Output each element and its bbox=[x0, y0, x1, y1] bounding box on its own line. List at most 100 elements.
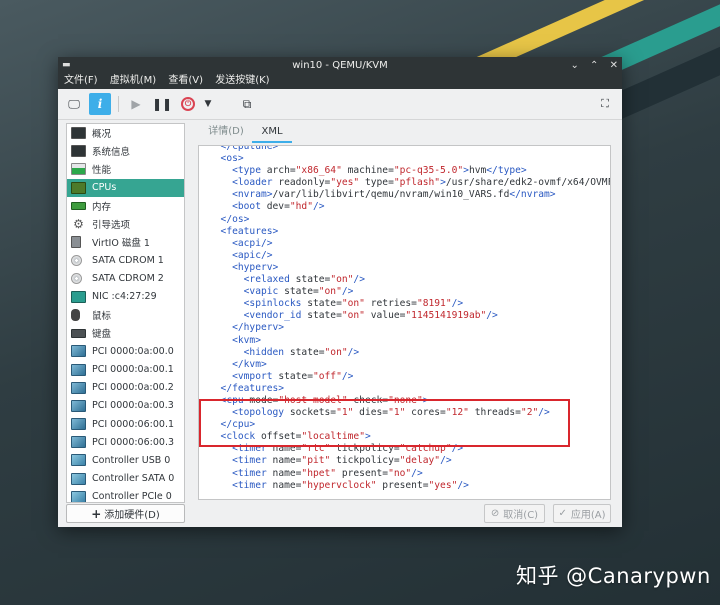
sidebar-item[interactable]: 系统信息 bbox=[67, 142, 184, 160]
cd-icon bbox=[71, 273, 82, 285]
sidebar-item[interactable]: NIC :c4:27:29 bbox=[67, 288, 184, 306]
xml-token: </cputune> bbox=[209, 145, 279, 152]
xml-line: <topology sockets="1" dies="1" cores="12… bbox=[209, 407, 610, 419]
sidebar-item[interactable]: PCI 0000:06:00.3 bbox=[67, 433, 184, 451]
sidebar-item[interactable]: PCI 0000:0a:00.3 bbox=[67, 397, 184, 415]
disk-icon bbox=[71, 236, 81, 249]
usb-icon bbox=[71, 490, 86, 502]
maximize-icon[interactable]: ⌃ bbox=[590, 60, 598, 71]
sidebar-item[interactable]: PCI 0000:0a:00.1 bbox=[67, 360, 184, 378]
xml-token: offset= bbox=[255, 431, 302, 443]
sidebar-item[interactable]: SATA CDROM 2 bbox=[67, 270, 184, 288]
fullscreen-button[interactable]: ⛶ bbox=[594, 93, 616, 115]
sidebar-item-label: SATA CDROM 1 bbox=[92, 254, 164, 266]
menu-bar: 文件(F) 虚拟机(M) 查看(V) 发送按键(K) bbox=[58, 74, 622, 89]
xml-token: <timer bbox=[209, 479, 267, 491]
xml-token: "host-model" bbox=[278, 394, 348, 406]
sidebar-item[interactable]: 鼠标 bbox=[67, 306, 184, 324]
pause-button[interactable]: ❚❚ bbox=[151, 93, 173, 115]
sidebar-item[interactable]: PCI 0000:0a:00.0 bbox=[67, 342, 184, 360]
xml-line: </os> bbox=[209, 214, 610, 226]
sidebar-item[interactable]: 概况 bbox=[67, 124, 184, 142]
sidebar-item[interactable]: VirtIO 磁盘 1 bbox=[67, 233, 184, 251]
chevron-down-icon: ▼ bbox=[204, 99, 212, 109]
xml-token: "x86_64" bbox=[295, 165, 342, 177]
power-icon: ⏻ bbox=[181, 97, 195, 111]
xml-token: name= bbox=[266, 467, 302, 479]
run-button[interactable]: ▶ bbox=[125, 93, 147, 115]
cancel-button[interactable]: ⊘ 取消(C) bbox=[484, 504, 545, 523]
xml-token: /> bbox=[538, 407, 550, 419]
sidebar-item[interactable]: Controller SATA 0 bbox=[67, 470, 184, 488]
sidebar-item-label: VirtIO 磁盘 1 bbox=[92, 238, 150, 250]
shutdown-menu-button[interactable]: ▼ bbox=[201, 93, 215, 115]
sidebar-item[interactable]: 内存 bbox=[67, 197, 184, 215]
xml-token: </nvram> bbox=[509, 189, 556, 201]
console-view-button[interactable]: 🖵 bbox=[63, 93, 85, 115]
xml-token: <timer bbox=[209, 443, 267, 455]
snapshots-button[interactable]: ⧉ bbox=[236, 93, 258, 115]
xml-token: /> bbox=[451, 298, 464, 310]
menu-send-key[interactable]: 发送按键(K) bbox=[215, 75, 269, 86]
tab-details[interactable]: 详情(D) bbox=[204, 123, 248, 143]
sidebar-item[interactable]: Controller USB 0 bbox=[67, 451, 184, 469]
sidebar-item-label: PCI 0000:06:00.3 bbox=[92, 436, 175, 448]
menu-view[interactable]: 查看(V) bbox=[168, 75, 203, 86]
details-view-button[interactable]: i bbox=[89, 93, 111, 115]
sidebar-item[interactable]: SATA CDROM 1 bbox=[67, 251, 184, 269]
sidebar-item[interactable]: PCI 0000:06:00.1 bbox=[67, 415, 184, 433]
xml-token: <acpi/> bbox=[209, 237, 273, 249]
xml-token: "rtc" bbox=[301, 443, 331, 455]
hardware-list: 概况系统信息 性能 CPUs 内存 ⚙ 引导选项 VirtIO 磁盘 1 SATA CDROM… bbox=[66, 123, 185, 503]
menu-vm[interactable]: 虚拟机(M) bbox=[110, 75, 156, 86]
pci-icon bbox=[71, 399, 86, 412]
xml-token: "hpet" bbox=[301, 467, 337, 479]
pci-icon bbox=[71, 363, 86, 376]
xml-line: <apic/> bbox=[209, 250, 610, 262]
xml-token: "none" bbox=[388, 394, 423, 406]
xml-line: <timer name="pit" tickpolicy="delay"/> bbox=[209, 455, 610, 467]
title-bar[interactable]: ▬ win10 - QEMU/KVM ⌄ ⌃ ✕ bbox=[58, 57, 622, 74]
tab-xml[interactable]: XML bbox=[252, 123, 292, 143]
xml-token: "delay" bbox=[399, 455, 441, 467]
pci-icon bbox=[71, 345, 86, 358]
xml-token: > bbox=[364, 431, 371, 443]
sidebar-item-label: PCI 0000:0a:00.2 bbox=[92, 382, 174, 394]
xml-token: /var/lib/libvirt/qemu/nvram/win10_VARS.f… bbox=[272, 189, 510, 201]
xml-token: "hd" bbox=[289, 201, 313, 213]
xml-token: "8191" bbox=[416, 298, 452, 310]
toolbar: 🖵 i ▶ ❚❚ ⏻ ▼ ⧉ ⛶ bbox=[58, 89, 622, 120]
add-hardware-label: 添加硬件(D) bbox=[104, 510, 160, 521]
xml-token: "1" bbox=[388, 407, 406, 419]
xml-token: present= bbox=[336, 467, 389, 479]
xml-token: check= bbox=[347, 394, 389, 406]
window-menu-icon[interactable]: ▬ bbox=[62, 57, 71, 74]
monitor-icon: 🖵 bbox=[68, 96, 80, 111]
sidebar-item[interactable]: 性能 bbox=[67, 160, 184, 178]
sidebar-item[interactable]: Controller PCIe 0 bbox=[67, 488, 184, 502]
xml-content[interactable]: </cputune> <os> <type arch="x86_64" mach… bbox=[209, 145, 610, 492]
xml-line: </cpu> bbox=[209, 419, 610, 431]
shutdown-button[interactable]: ⏻ bbox=[177, 93, 199, 115]
apply-button[interactable]: ✓ 应用(A) bbox=[553, 504, 611, 523]
sidebar-item-label: 系统信息 bbox=[92, 147, 131, 159]
xml-editor[interactable]: </cputune> <os> <type arch="x86_64" mach… bbox=[198, 145, 611, 500]
xml-token: <vendor_id bbox=[209, 310, 302, 322]
mouse-icon bbox=[71, 308, 80, 321]
sidebar-item-label: 键盘 bbox=[92, 329, 112, 341]
menu-file[interactable]: 文件(F) bbox=[64, 75, 98, 86]
close-icon[interactable]: ✕ bbox=[610, 60, 618, 71]
add-hardware-button[interactable]: + 添加硬件(D) bbox=[66, 504, 185, 523]
xml-token: </hyperv> bbox=[209, 322, 285, 334]
sidebar-item[interactable]: CPUs bbox=[67, 178, 184, 197]
xml-line: <vendor_id state="on" value="1145141919a… bbox=[209, 310, 610, 322]
apply-label: 应用(A) bbox=[570, 510, 606, 521]
pci-icon bbox=[71, 436, 86, 449]
sidebar-item[interactable]: PCI 0000:0a:00.2 bbox=[67, 379, 184, 397]
xml-token: /> bbox=[411, 467, 423, 479]
sidebar-item[interactable]: ⚙ 引导选项 bbox=[67, 215, 184, 233]
minimize-icon[interactable]: ⌄ bbox=[570, 60, 578, 71]
xml-token: /> bbox=[486, 310, 498, 322]
sidebar-item[interactable]: 键盘 bbox=[67, 324, 184, 342]
xml-line: <timer name="rtc" tickpolicy="catchup"/> bbox=[209, 443, 610, 455]
